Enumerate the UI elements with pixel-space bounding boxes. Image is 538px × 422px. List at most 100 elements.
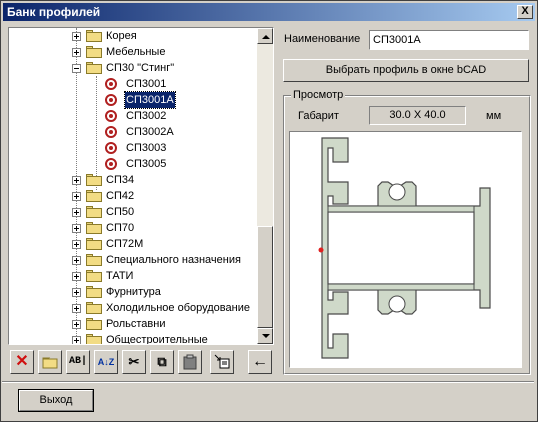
folder-icon [86, 206, 102, 218]
expand-icon[interactable] [72, 208, 81, 217]
expand-icon[interactable] [72, 48, 81, 57]
profile-tree[interactable]: Корея Мебельные СП30 "Стинг" СП3001 СП30… [8, 27, 274, 345]
expand-icon[interactable] [72, 336, 81, 344]
profile-icon [105, 142, 117, 154]
scroll-up-button[interactable] [257, 28, 273, 44]
export-button[interactable] [210, 350, 234, 374]
close-button[interactable]: X [517, 5, 533, 19]
tree-node-label: СП70 [106, 222, 135, 234]
tree-line [96, 76, 97, 190]
sort-icon: A↓Z [97, 357, 115, 367]
exit-button-label: Выход [39, 394, 73, 406]
rename-button[interactable]: AB| [66, 350, 90, 374]
folder-icon [86, 190, 102, 202]
name-label: Наименование [284, 33, 361, 45]
collapse-icon[interactable] [72, 64, 81, 73]
folder-icon [86, 222, 102, 234]
profile-icon [105, 78, 117, 90]
profile-icon [105, 126, 117, 138]
profile-shape [321, 137, 491, 359]
tree-node-label: Мебельные [106, 46, 166, 58]
tree-node-label: СП72М [106, 238, 144, 250]
scroll-down-button[interactable] [257, 328, 273, 344]
new-folder-button[interactable] [38, 350, 62, 374]
folder-icon [86, 174, 102, 186]
arrow-down-icon [262, 334, 270, 338]
arrow-up-icon [262, 35, 270, 39]
folder-icon [86, 30, 102, 42]
base-point-marker [318, 247, 324, 253]
folder-icon [86, 286, 102, 298]
folder-icon [39, 351, 61, 373]
tree-scrollbar[interactable] [257, 28, 273, 344]
expand-icon[interactable] [72, 304, 81, 313]
tree-node-label: СП42 [106, 190, 135, 202]
folder-icon [86, 302, 102, 314]
sort-button[interactable]: A↓Z [94, 350, 118, 374]
expand-icon[interactable] [72, 320, 81, 329]
arrow-left-icon: ← [252, 353, 268, 370]
delete-icon: ✕ [15, 353, 29, 370]
tree-node-label: Общестроительные [106, 334, 208, 344]
size-value: 30.0 X 40.0 [369, 106, 466, 125]
select-profile-button[interactable]: Выбрать профиль в окне bCAD [283, 59, 529, 82]
tree-node-label: СП3002 [126, 110, 167, 122]
profile-icon [105, 158, 117, 170]
footer-separator [2, 381, 534, 383]
expand-icon[interactable] [72, 272, 81, 281]
title-bar: Банк профилей X [3, 3, 535, 21]
expand-icon[interactable] [72, 288, 81, 297]
export-icon [211, 351, 233, 373]
rename-icon: AB| [68, 356, 87, 367]
tree-node-label: СП50 [106, 206, 135, 218]
folder-icon [86, 254, 102, 266]
exit-button[interactable]: Выход [18, 389, 94, 412]
expand-icon[interactable] [72, 176, 81, 185]
expand-icon[interactable] [72, 256, 81, 265]
profile-flange-top [327, 205, 475, 213]
tree-node-label: СП3002А [126, 126, 174, 138]
expand-icon[interactable] [72, 32, 81, 41]
folder-icon [86, 334, 102, 344]
profile-hole-bottom [388, 295, 406, 313]
copy-icon: ⧉ [157, 354, 167, 369]
profile-icon [105, 94, 117, 106]
name-field[interactable]: СП3001А [369, 30, 529, 50]
tree-node-label: Рольставни [106, 318, 166, 330]
profile-icon [105, 110, 117, 122]
profile-hole-top [388, 183, 406, 201]
paste-icon [179, 351, 201, 373]
expand-icon[interactable] [72, 192, 81, 201]
copy-button[interactable]: ⧉ [150, 350, 174, 374]
tree-content: Корея Мебельные СП30 "Стинг" СП3001 СП30… [9, 28, 257, 344]
preview-group-label: Просмотр [291, 89, 346, 101]
tree-node-label: СП30 "Стинг" [106, 62, 175, 74]
tree-node-label: Холодильное оборудование [106, 302, 250, 314]
paste-button[interactable] [178, 350, 202, 374]
tree-node-label: Фурнитура [106, 286, 161, 298]
tree-node-label-selected: СП3001А [124, 91, 176, 109]
folder-icon [86, 270, 102, 282]
cut-button[interactable]: ✂ [122, 350, 146, 374]
tree-node-label: СП34 [106, 174, 135, 186]
delete-button[interactable]: ✕ [10, 350, 34, 374]
tree-node-label: Корея [106, 30, 137, 42]
unit-label: мм [486, 110, 502, 122]
tree-node-label: СП3003 [126, 142, 167, 154]
folder-icon [86, 238, 102, 250]
expand-icon[interactable] [72, 224, 81, 233]
tree-node-label: СП3001 [126, 78, 167, 90]
scissors-icon: ✂ [128, 354, 140, 369]
tree-node-label: СП3005 [126, 158, 167, 170]
folder-icon [86, 318, 102, 330]
back-button[interactable]: ← [248, 350, 272, 374]
window-title: Банк профилей [7, 5, 101, 19]
profile-flange-bottom [327, 283, 475, 291]
profile-drawing [318, 137, 491, 359]
scroll-thumb[interactable] [257, 226, 273, 328]
folder-icon [86, 46, 102, 58]
size-label: Габарит [298, 110, 339, 122]
profile-preview [289, 131, 522, 368]
expand-icon[interactable] [72, 240, 81, 249]
tree-node-label: ТАТИ [106, 270, 134, 282]
